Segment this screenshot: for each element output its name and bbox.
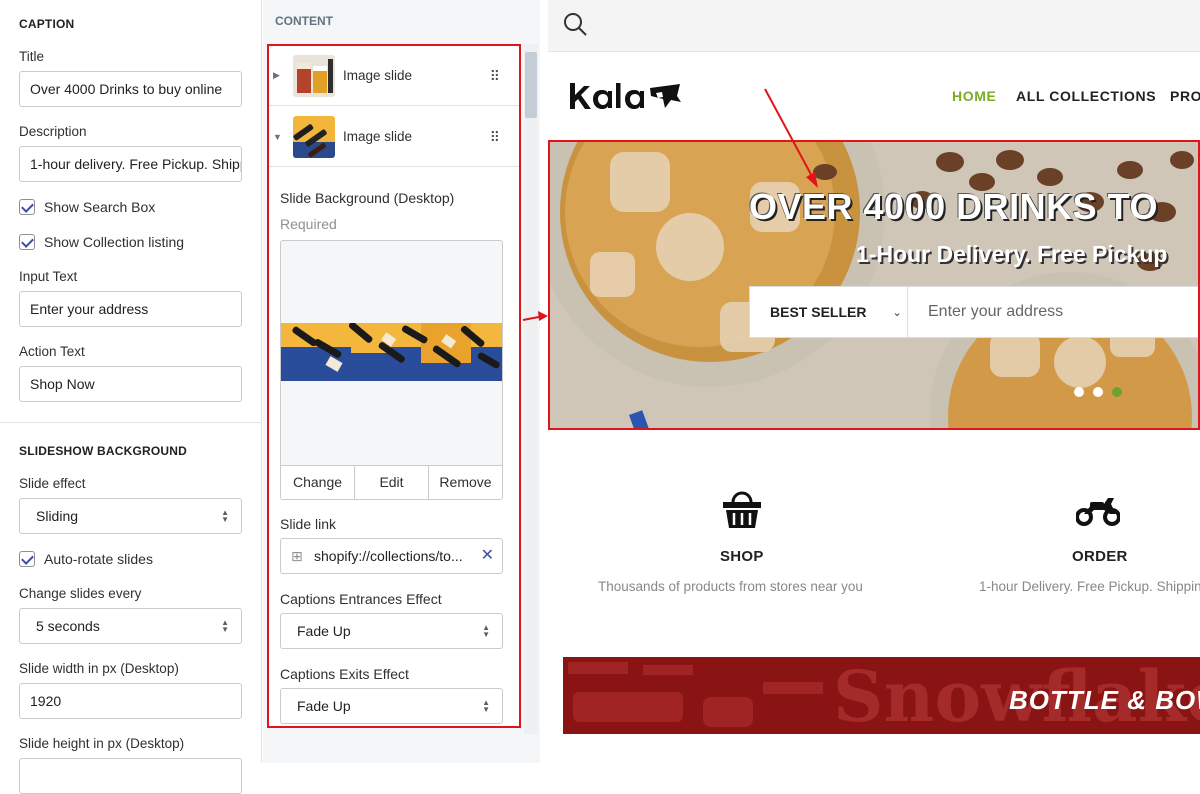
collection-select-value: BEST SELLER xyxy=(770,304,867,320)
promo-banner[interactable]: Snowflake BOTTLE & BOW xyxy=(563,657,1200,734)
slide-item-2[interactable]: ▼ Image slide ⠿ xyxy=(269,107,519,167)
select-arrows-icon: ▲ ▼ xyxy=(482,623,490,639)
banner-decoration xyxy=(568,662,823,727)
hero-title: OVER 4000 DRINKS TO xyxy=(749,186,1158,227)
content-section-title: CONTENT xyxy=(275,14,333,28)
collection-select[interactable]: BEST SELLER ⌄ xyxy=(750,287,908,337)
captions-entrance-value: Fade Up xyxy=(297,623,351,639)
action-text-field[interactable]: Shop Now xyxy=(19,366,242,402)
show-search-box-checkbox[interactable]: Show Search Box xyxy=(19,199,155,215)
slide-height-input[interactable] xyxy=(19,758,242,794)
basket-icon xyxy=(723,491,761,528)
change-image-button[interactable]: Change xyxy=(281,466,355,499)
slide-item-label: Image slide xyxy=(343,68,413,83)
input-text-field[interactable]: Enter your address xyxy=(19,291,242,327)
select-arrows-icon: ▲ ▼ xyxy=(221,508,229,524)
slide-background-label: Slide Background (Desktop) xyxy=(280,190,455,206)
kala-logo xyxy=(570,83,681,109)
clear-link-icon[interactable]: ✕ xyxy=(481,539,494,573)
show-collection-checkbox[interactable]: Show Collection listing xyxy=(19,234,184,250)
slide-thumbnail xyxy=(293,55,335,97)
slide-link-label: Slide link xyxy=(280,516,337,532)
slide-item-1[interactable]: ▶ Image slide ⠿ xyxy=(269,46,519,106)
captions-exit-value: Fade Up xyxy=(297,698,351,714)
select-arrows-icon: ▲ ▼ xyxy=(221,618,229,634)
order-feature-title: ORDER xyxy=(1072,548,1128,565)
checkbox-checked-icon[interactable] xyxy=(19,199,35,215)
description-label: Description xyxy=(19,124,87,139)
image-picker: Change Edit Remove xyxy=(280,240,503,500)
preview-topbar xyxy=(548,0,1200,52)
captions-entrance-select[interactable]: Fade Up ▲ ▼ xyxy=(280,613,503,649)
drag-handle-icon[interactable]: ⠿ xyxy=(490,130,500,144)
banner-title: BOTTLE & BOW xyxy=(1009,685,1200,715)
edit-image-button[interactable]: Edit xyxy=(355,466,429,499)
slide-effect-label: Slide effect xyxy=(19,476,86,491)
section-divider xyxy=(0,422,262,423)
action-text-label: Action Text xyxy=(19,344,85,359)
shop-feature-title: SHOP xyxy=(720,548,764,565)
slide-link-value: shopify://collections/to... xyxy=(314,548,463,564)
storefront-preview: HOME ALL COLLECTIONS PRO OVER 4000 DRINK… xyxy=(548,0,1200,763)
show-collection-label: Show Collection listing xyxy=(44,234,185,250)
expand-arrow-icon[interactable]: ▶ xyxy=(273,70,280,81)
slideshow-background-title: SLIDESHOW BACKGROUND xyxy=(19,444,187,458)
auto-rotate-checkbox[interactable]: Auto-rotate slides xyxy=(19,551,153,567)
checkbox-checked-icon[interactable] xyxy=(19,234,35,250)
collection-link-icon: ⊞ xyxy=(291,548,303,564)
collapse-arrow-icon[interactable]: ▼ xyxy=(273,132,282,142)
checkbox-checked-icon[interactable] xyxy=(19,551,35,567)
content-highlight-box: ▶ Image slide ⠿ ▼ Image slide ⠿ Slide Ba… xyxy=(267,44,521,728)
show-search-box-label: Show Search Box xyxy=(44,199,156,215)
slide-link-input[interactable]: ⊞ shopify://collections/to... ✕ xyxy=(280,538,503,574)
store-logo[interactable] xyxy=(568,79,688,118)
slide-item-label: Image slide xyxy=(343,129,413,144)
hero-search-box: BEST SELLER ⌄ Enter your address xyxy=(749,286,1198,338)
motorbike-icon xyxy=(1076,498,1120,526)
nav-products[interactable]: PRO xyxy=(1170,88,1200,104)
drag-handle-icon[interactable]: ⠿ xyxy=(490,69,500,83)
content-panel: CONTENT ▶ Image slide ⠿ ▼ Image slide ⠿ … xyxy=(263,0,540,763)
order-feature-description: 1-hour Delivery. Free Pickup. Shipping xyxy=(979,579,1200,594)
slide-height-label: Slide height in px (Desktop) xyxy=(19,736,185,751)
nav-home[interactable]: HOME xyxy=(952,88,996,104)
chevron-down-icon: ⌄ xyxy=(892,306,902,319)
slide-width-label: Slide width in px (Desktop) xyxy=(19,661,179,676)
scrollbar-track[interactable] xyxy=(524,44,538,734)
address-input[interactable]: Enter your address xyxy=(908,287,1063,337)
captions-entrance-label: Captions Entrances Effect xyxy=(280,591,442,607)
slide-background-image xyxy=(281,323,502,381)
title-label: Title xyxy=(19,49,45,64)
auto-rotate-label: Auto-rotate slides xyxy=(44,551,153,567)
captions-exit-label: Captions Exits Effect xyxy=(280,666,409,682)
search-icon[interactable] xyxy=(563,12,589,38)
slide-pagination xyxy=(1074,387,1122,397)
shop-feature-description: Thousands of products from stores near y… xyxy=(598,579,863,594)
hero-slideshow[interactable]: OVER 4000 DRINKS TO 1-Hour Delivery. Fre… xyxy=(548,140,1200,430)
select-arrows-icon: ▲ ▼ xyxy=(482,698,490,714)
hero-subtitle: 1-Hour Delivery. Free Pickup xyxy=(856,241,1168,267)
slide-dot-active[interactable] xyxy=(1112,387,1122,397)
scrollbar-thumb[interactable] xyxy=(525,52,537,118)
image-picker-actions: Change Edit Remove xyxy=(281,465,502,499)
remove-image-button[interactable]: Remove xyxy=(429,466,502,499)
change-slides-label: Change slides every xyxy=(19,586,142,601)
slide-width-input[interactable]: 1920 xyxy=(19,683,242,719)
slide-thumbnail xyxy=(293,116,335,158)
title-input[interactable]: Over 4000 Drinks to buy online xyxy=(19,71,242,107)
slide-effect-value: Sliding xyxy=(36,508,79,524)
caption-section-title: CAPTION xyxy=(19,17,75,31)
slide-effect-select[interactable]: Sliding ▲ ▼ xyxy=(19,498,242,534)
slide-dot[interactable] xyxy=(1093,387,1103,397)
nav-all-collections[interactable]: ALL COLLECTIONS xyxy=(1016,88,1156,104)
change-slides-value: 5 seconds xyxy=(36,618,100,634)
change-slides-select[interactable]: 5 seconds ▲ ▼ xyxy=(19,608,242,644)
input-text-label: Input Text xyxy=(19,269,78,284)
settings-panel: CAPTION Title Over 4000 Drinks to buy on… xyxy=(0,0,262,794)
required-hint: Required xyxy=(280,216,337,232)
description-input[interactable]: 1-hour delivery. Free Pickup. Shipping xyxy=(19,146,242,182)
slide-dot[interactable] xyxy=(1074,387,1084,397)
captions-exit-select[interactable]: Fade Up ▲ ▼ xyxy=(280,688,503,724)
